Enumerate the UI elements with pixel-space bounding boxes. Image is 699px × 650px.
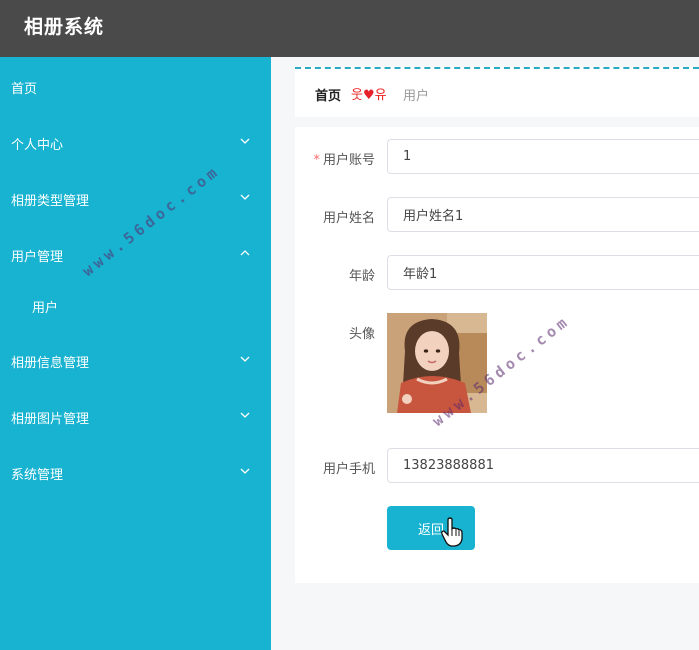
chevron-down-icon — [240, 194, 250, 200]
chevron-down-icon — [240, 468, 250, 474]
heart-icon: ♥ — [362, 88, 375, 103]
sidebar-item-user[interactable]: 用户 — [0, 285, 271, 325]
account-input[interactable]: 1 — [387, 139, 699, 174]
sidebar-item-label: 相册信息管理 — [11, 356, 90, 371]
breadcrumb: 首页 웃♥유 用户 — [295, 67, 699, 117]
sidebar-item-album-info[interactable]: 相册信息管理 — [0, 340, 271, 380]
chevron-up-icon — [240, 250, 250, 256]
chevron-down-icon — [240, 138, 250, 144]
sidebar-item-label: 系统管理 — [11, 468, 64, 483]
sidebar-item-personal-center[interactable]: 个人中心 — [0, 122, 271, 162]
sidebar-item-label: 用户 — [32, 301, 59, 316]
name-label: 用户姓名 — [322, 211, 375, 226]
account-label: * 用户账号 — [295, 149, 375, 168]
breadcrumb-separator-right: 유 — [374, 88, 387, 103]
account-label-text: 用户账号 — [322, 153, 375, 168]
app-title: 相册系统 — [24, 16, 105, 38]
avatar-label: 头像 — [348, 327, 375, 342]
sidebar-item-home[interactable]: 首页 — [0, 66, 271, 106]
sidebar-item-system[interactable]: 系统管理 — [0, 452, 271, 492]
sidebar-item-label: 用户管理 — [11, 250, 64, 265]
sidebar-item-album-picture[interactable]: 相册图片管理 — [0, 396, 271, 436]
sidebar-item-label: 相册类型管理 — [11, 194, 90, 209]
phone-label: 用户手机 — [322, 462, 375, 477]
breadcrumb-current: 用户 — [403, 89, 430, 104]
hand-cursor-icon — [441, 517, 463, 547]
age-label: 年龄 — [348, 269, 375, 284]
sidebar-item-label: 首页 — [11, 82, 38, 97]
chevron-down-icon — [240, 412, 250, 418]
sidebar: 首页 个人中心 相册类型管理 用户管理 用户 相册信息管理 相册图片管理 系统管… — [0, 57, 271, 650]
top-header: 相册系统 — [0, 0, 699, 57]
breadcrumb-home[interactable]: 首页 — [315, 85, 341, 104]
user-detail-form: * 用户账号 1 用户姓名 用户姓名1 年龄 年龄1 头像 用户手机 138238… — [295, 127, 699, 583]
breadcrumb-separator-left: 웃 — [351, 88, 363, 103]
sidebar-item-label: 个人中心 — [11, 138, 64, 153]
required-mark: * — [313, 153, 320, 168]
breadcrumb-separator: 웃♥유 — [351, 84, 387, 103]
sidebar-item-label: 相册图片管理 — [11, 412, 90, 427]
chevron-down-icon — [240, 356, 250, 362]
sidebar-item-album-type[interactable]: 相册类型管理 — [0, 178, 271, 218]
name-input[interactable]: 用户姓名1 — [387, 197, 699, 232]
age-input[interactable]: 年龄1 — [387, 255, 699, 290]
phone-input[interactable]: 13823888881 — [387, 448, 699, 483]
